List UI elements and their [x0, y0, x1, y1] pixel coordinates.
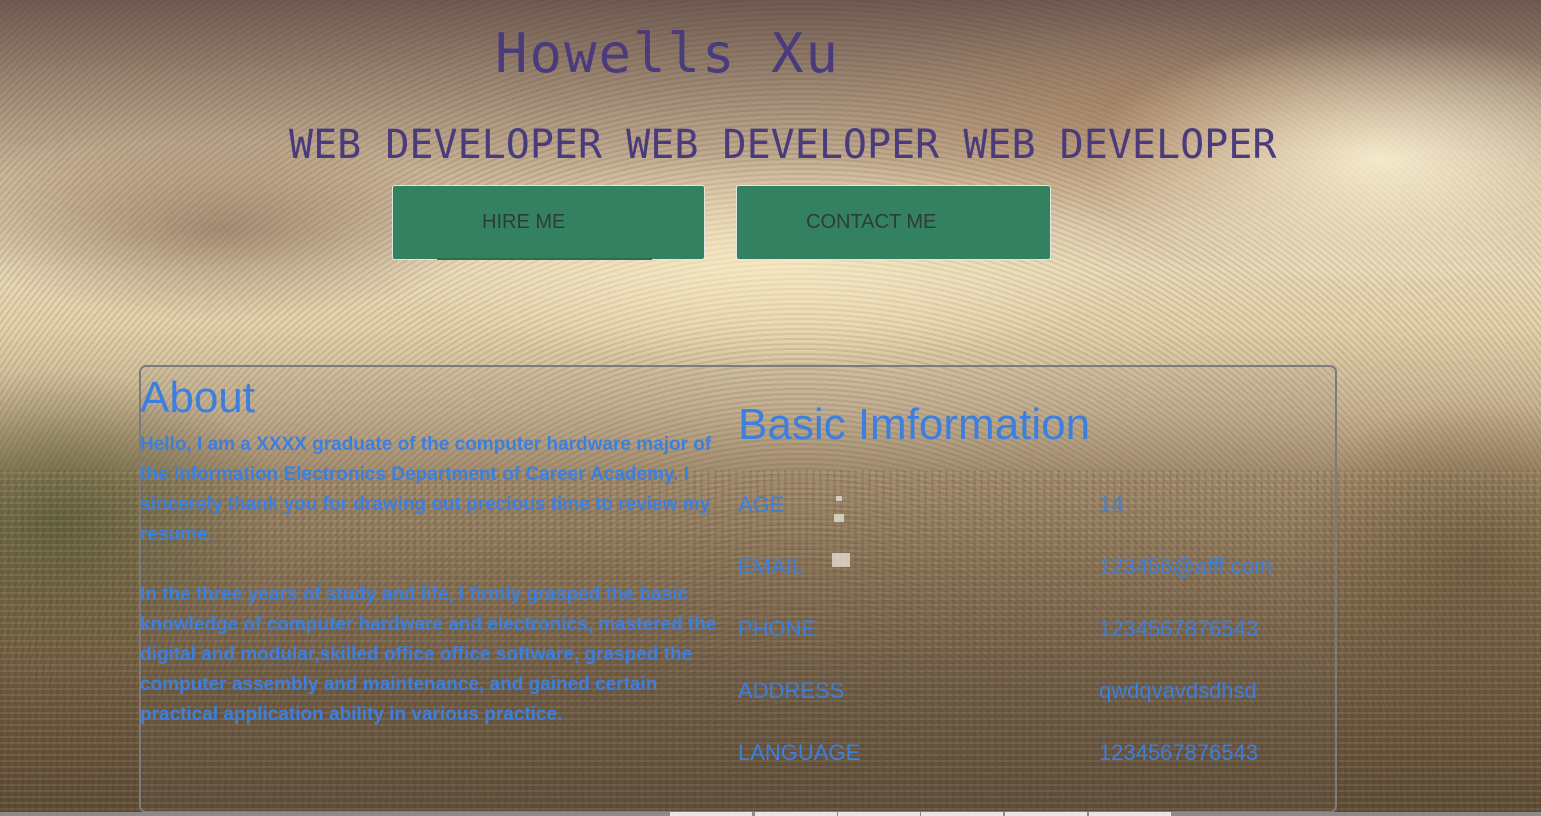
hire-me-underline — [437, 258, 652, 260]
info-value: qwdqvavdsdhsd — [1099, 678, 1257, 703]
role-tagline: WEB DEVELOPER WEB DEVELOPER WEB DEVELOPE… — [289, 122, 1276, 168]
hire-me-label: HIRE ME — [482, 211, 566, 233]
contact-me-button[interactable]: CONTACT ME — [736, 185, 1051, 260]
role-text: WEB DEVELOPER — [289, 122, 603, 168]
basic-info-title: Basic Imformation — [738, 400, 1091, 449]
about-title: About — [140, 373, 255, 422]
info-label: EMAIL — [738, 554, 805, 579]
nav-tab[interactable] — [921, 812, 1003, 816]
hire-me-button[interactable]: HIRE ME — [392, 185, 705, 260]
page-title: Howells Xu — [494, 22, 841, 85]
contact-me-label: CONTACT ME — [806, 211, 937, 233]
nav-tab[interactable] — [755, 812, 837, 816]
info-value: 123456@afff.com — [1099, 554, 1273, 579]
info-value: 14 — [1099, 492, 1124, 517]
info-row-address: ADDRESS qwdqvavdsdhsd — [738, 678, 1318, 708]
about-paragraph: In the three years of study and life, I … — [140, 584, 717, 725]
nav-tab[interactable] — [670, 812, 752, 816]
info-row-email: EMAIL 123456@afff.com — [738, 554, 1318, 584]
info-label: ADDRESS — [738, 678, 845, 703]
info-label: PHONE — [738, 616, 817, 641]
nav-tab[interactable] — [838, 812, 920, 816]
info-label: AGE — [738, 492, 785, 517]
info-label: LANGUAGE — [738, 740, 861, 765]
info-value: 1234567876543 — [1099, 740, 1259, 765]
info-row-language: LANGUAGE 1234567876543 — [738, 740, 1318, 770]
info-row-age: AGE 14 — [738, 492, 1318, 522]
role-text: WEB DEVELOPER — [963, 122, 1277, 168]
nav-tab[interactable] — [1005, 812, 1087, 816]
nav-tab[interactable] — [1089, 812, 1171, 816]
info-value: 1234567876543 — [1099, 616, 1259, 641]
role-text: WEB DEVELOPER — [626, 122, 940, 168]
about-paragraph: Hello, I am a XXXX graduate of the compu… — [140, 434, 712, 545]
info-row-phone: PHONE 1234567876543 — [738, 616, 1318, 646]
